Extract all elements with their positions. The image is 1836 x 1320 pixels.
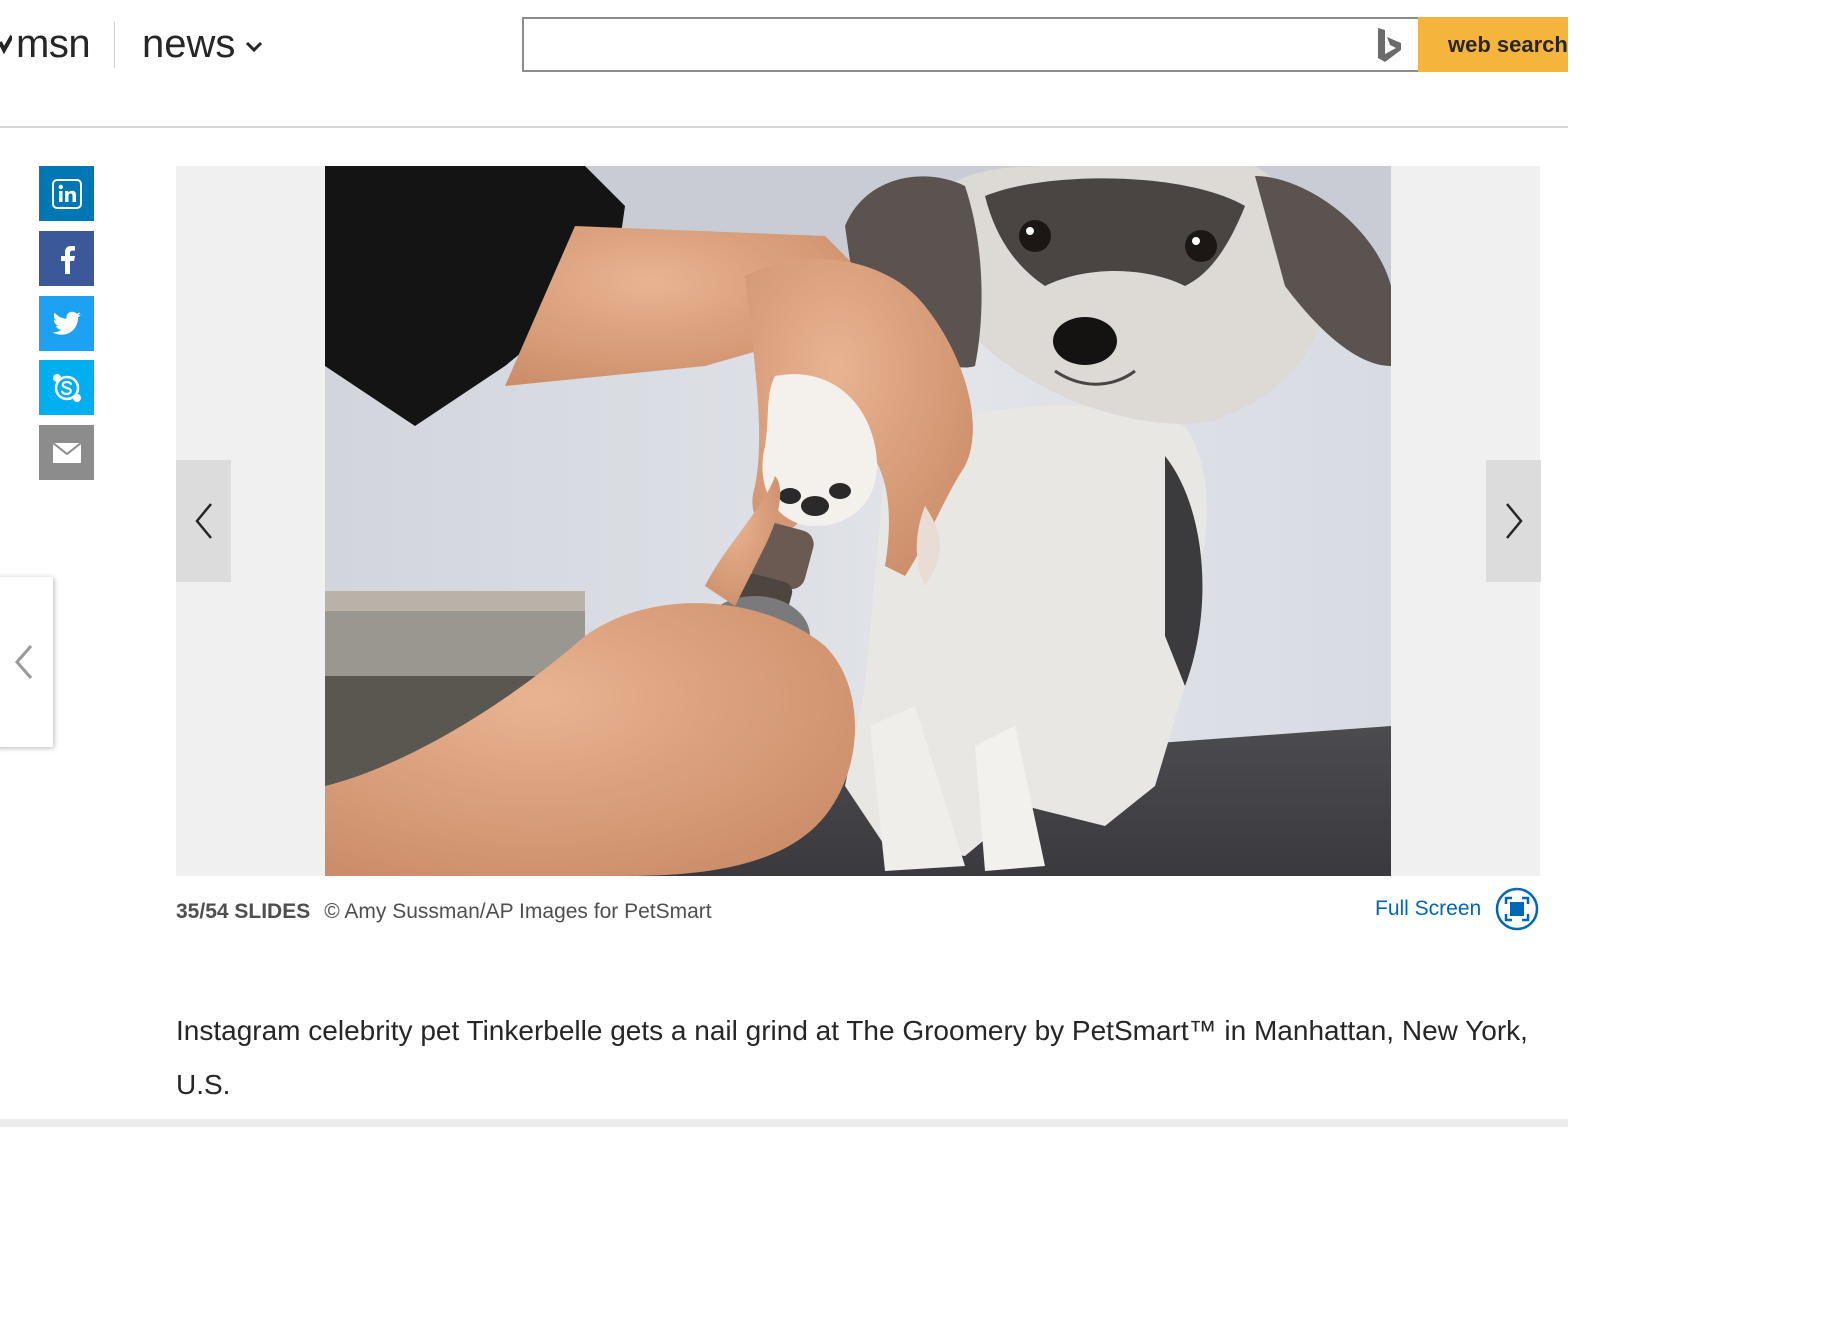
- slideshow-stage: [176, 166, 1541, 876]
- chevron-left-icon: [14, 645, 32, 679]
- share-twitter-button[interactable]: [39, 296, 94, 351]
- dog-grooming-photo: [325, 166, 1391, 876]
- slide-caption: Instagram celebrity pet Tinkerbelle gets…: [176, 1015, 1528, 1100]
- linkedin-icon: [51, 178, 82, 209]
- slide-meta: 35/54 SLIDES © Amy Sussman/AP Images for…: [176, 900, 712, 930]
- share-email-button[interactable]: [39, 425, 94, 480]
- skype-icon: [52, 373, 81, 402]
- next-slide-button[interactable]: [1486, 460, 1541, 582]
- chevron-left-icon: [194, 503, 212, 539]
- logo-text: msn: [16, 22, 91, 66]
- twitter-icon: [52, 311, 81, 335]
- page-bottom-divider: [0, 1119, 1568, 1127]
- section-label: news: [142, 22, 236, 66]
- web-search-button[interactable]: web search: [1418, 17, 1568, 72]
- chevron-down-icon: [246, 41, 263, 53]
- chevron-right-icon: [1505, 503, 1523, 539]
- share-facebook-button[interactable]: [39, 231, 94, 286]
- full-screen-label: Full Screen: [1375, 897, 1482, 920]
- previous-article-button[interactable]: [0, 577, 53, 747]
- share-linkedin-button[interactable]: [39, 166, 94, 221]
- msn-butterfly-icon: [0, 35, 12, 54]
- section-dropdown[interactable]: news: [142, 22, 263, 66]
- slide-photo: [325, 166, 1391, 876]
- msn-logo[interactable]: msn: [0, 22, 91, 66]
- full-screen-button[interactable]: Full Screen: [1375, 886, 1539, 932]
- facebook-icon: [60, 245, 75, 274]
- fullscreen-icon: [1495, 887, 1539, 931]
- slide-counter: 35/54 SLIDES: [176, 900, 311, 923]
- previous-slide-button[interactable]: [176, 460, 231, 582]
- photo-credit: © Amy Sussman/AP Images for PetSmart: [324, 900, 712, 923]
- bing-logo-icon: [1378, 28, 1401, 62]
- header-divider: [114, 22, 115, 68]
- search-input[interactable]: [534, 25, 1354, 65]
- share-skype-button[interactable]: [39, 360, 94, 415]
- site-header: msn news web search: [0, 0, 1568, 128]
- search-box: [522, 17, 1420, 72]
- email-icon: [51, 441, 82, 463]
